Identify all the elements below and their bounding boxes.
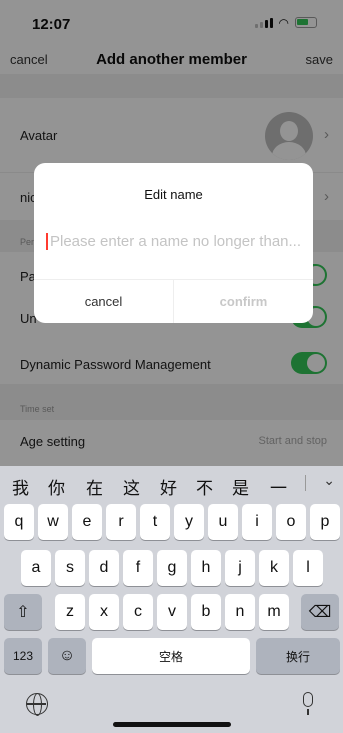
chevron-down-icon[interactable]: ⌄ [323, 472, 335, 489]
key-k[interactable]: k [259, 550, 289, 586]
emoji-icon: ☺ [58, 647, 76, 664]
candidate-divider [305, 475, 306, 491]
key-d[interactable]: d [89, 550, 119, 586]
key-t[interactable]: t [140, 504, 170, 540]
space-key[interactable]: 空格 [92, 638, 250, 674]
key-z[interactable]: z [55, 594, 85, 630]
key-b[interactable]: b [191, 594, 221, 630]
numbers-key[interactable]: 123 [4, 638, 42, 674]
candidate-item[interactable]: 不 [196, 474, 213, 499]
dialog-title: Edit name [144, 187, 203, 202]
candidate-bar: 我 你 在 这 好 不 是 一 ⌄ [0, 466, 343, 500]
shift-key[interactable]: ⇧ [4, 594, 42, 630]
key-h[interactable]: h [191, 550, 221, 586]
candidate-item[interactable]: 在 [86, 474, 103, 499]
candidate-item[interactable]: 好 [160, 474, 177, 499]
globe-icon[interactable] [26, 693, 48, 716]
home-indicator [113, 722, 231, 727]
key-v[interactable]: v [157, 594, 187, 630]
dialog-cancel-button[interactable]: cancel [34, 280, 174, 323]
backspace-icon: ⌫ [308, 604, 332, 621]
key-i[interactable]: i [242, 504, 272, 540]
candidate-item[interactable]: 这 [123, 474, 140, 499]
key-g[interactable]: g [157, 550, 187, 586]
key-m[interactable]: m [259, 594, 289, 630]
dialog-confirm-button[interactable]: confirm [174, 280, 313, 323]
key-j[interactable]: j [225, 550, 255, 586]
key-f[interactable]: f [123, 550, 153, 586]
name-input[interactable] [46, 233, 306, 250]
key-p[interactable]: p [310, 504, 340, 540]
backspace-key[interactable]: ⌫ [301, 594, 339, 630]
key-w[interactable]: w [38, 504, 68, 540]
key-q[interactable]: q [4, 504, 34, 540]
candidate-item[interactable]: 你 [48, 474, 65, 499]
key-u[interactable]: u [208, 504, 238, 540]
key-e[interactable]: e [72, 504, 102, 540]
key-o[interactable]: o [276, 504, 306, 540]
dialog-actions: cancel confirm [34, 279, 313, 323]
key-x[interactable]: x [89, 594, 119, 630]
candidate-item[interactable]: 是 [232, 474, 249, 499]
candidate-item[interactable]: 一 [270, 474, 287, 499]
keyboard: 我 你 在 这 好 不 是 一 ⌄ q w e r t y u i o p a … [0, 466, 343, 733]
shift-icon: ⇧ [16, 604, 30, 621]
edit-name-dialog: Edit name cancel confirm [34, 163, 313, 323]
key-l[interactable]: l [293, 550, 323, 586]
key-c[interactable]: c [123, 594, 153, 630]
return-key[interactable]: 换行 [256, 638, 340, 674]
key-s[interactable]: s [55, 550, 85, 586]
key-a[interactable]: a [21, 550, 51, 586]
candidate-item[interactable]: 我 [12, 474, 29, 499]
microphone-icon[interactable] [303, 692, 313, 715]
emoji-key[interactable]: ☺ [48, 638, 86, 674]
key-n[interactable]: n [225, 594, 255, 630]
key-r[interactable]: r [106, 504, 136, 540]
key-y[interactable]: y [174, 504, 204, 540]
